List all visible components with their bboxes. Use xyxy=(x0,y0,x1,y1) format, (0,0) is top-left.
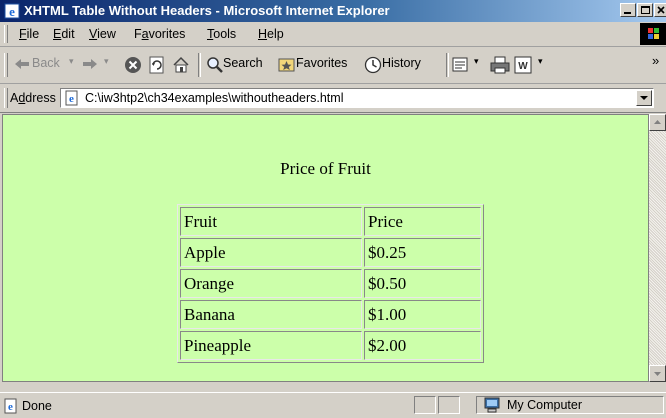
favorites-label: Favorites xyxy=(296,56,348,70)
forward-dropdown-icon[interactable]: ▾ xyxy=(104,56,109,67)
status-panel xyxy=(414,396,436,414)
mail-button[interactable]: ▾ xyxy=(452,54,484,76)
svg-text:e: e xyxy=(8,401,13,413)
back-button[interactable]: Back ▾ xyxy=(14,54,78,76)
menu-view[interactable]: View xyxy=(89,27,116,41)
table-cell: Banana xyxy=(180,300,362,329)
mail-dropdown-icon[interactable]: ▾ xyxy=(474,56,479,67)
search-label: Search xyxy=(223,56,263,70)
refresh-icon[interactable] xyxy=(148,56,166,74)
edit-icon: W xyxy=(514,56,532,74)
home-icon[interactable] xyxy=(172,56,190,74)
page-content: Price of Fruit Fruit Price Apple $0.25 Ora… xyxy=(2,114,649,382)
toolbar-separator xyxy=(446,53,449,77)
toolbar-grip[interactable] xyxy=(4,53,8,77)
table-caption: Price of Fruit xyxy=(280,159,371,178)
toolbar-separator xyxy=(198,53,201,77)
table-cell: $1.00 xyxy=(364,300,481,329)
chevron-down-icon xyxy=(640,96,648,100)
table-cell: $2.00 xyxy=(364,331,481,360)
menu-file[interactable]: File xyxy=(19,27,39,41)
page-icon: e xyxy=(65,90,78,106)
ie-logo-icon: e xyxy=(4,3,20,19)
favorites-icon xyxy=(278,58,295,72)
windows-logo-icon xyxy=(640,23,666,45)
scroll-up-button[interactable] xyxy=(649,114,666,131)
status-text: Done xyxy=(22,399,52,413)
scroll-down-button[interactable] xyxy=(649,365,666,382)
table-cell: Orange xyxy=(180,269,362,298)
table-cell: $0.50 xyxy=(364,269,481,298)
status-zone-text: My Computer xyxy=(507,398,583,412)
history-label: History xyxy=(382,56,421,70)
back-label: Back xyxy=(32,56,60,70)
address-url: C:\iw3htp2\ch34examples\withoutheaders.h… xyxy=(85,91,344,105)
menu-edit[interactable]: Edit xyxy=(53,27,75,41)
fruit-table: Fruit Price Apple $0.25 Orange $0.50 Banana… xyxy=(177,204,484,363)
close-icon xyxy=(657,6,665,14)
menu-bar: File Edit View Favorites Tools Help xyxy=(0,22,666,47)
address-bar: Address e C:\iw3htp2\ch34examples\withou… xyxy=(0,84,666,113)
svg-text:e: e xyxy=(9,4,15,19)
vertical-scrollbar[interactable] xyxy=(649,114,666,382)
table-cell: Fruit xyxy=(180,207,362,236)
minimize-button[interactable] xyxy=(620,3,636,17)
window-title: XHTML Table Without Headers - Microsoft … xyxy=(24,3,390,18)
toolbar-overflow-icon[interactable]: » xyxy=(652,53,659,68)
back-arrow-icon xyxy=(15,59,29,69)
menu-favorites[interactable]: Favorites xyxy=(134,27,185,41)
forward-button[interactable]: ▾ xyxy=(82,54,120,76)
chevron-up-icon xyxy=(654,120,661,124)
edit-button[interactable]: W ▾ xyxy=(514,54,548,76)
address-label: Address xyxy=(10,91,56,105)
forward-arrow-icon xyxy=(83,59,97,69)
menu-help[interactable]: Help xyxy=(258,27,284,41)
page-status-icon: e xyxy=(4,398,17,414)
my-computer-icon xyxy=(484,397,500,413)
status-zone-panel: My Computer xyxy=(476,396,664,414)
table-row: Orange $0.50 xyxy=(180,269,481,298)
chevron-down-icon xyxy=(654,372,661,376)
toolbar: Back ▾ ▾ Search Favorites History ▾ W ▾ … xyxy=(0,47,666,84)
table-row: Pineapple $2.00 xyxy=(180,331,481,360)
edit-dropdown-icon[interactable]: ▾ xyxy=(538,56,543,67)
table-cell: Pineapple xyxy=(180,331,362,360)
table-row: Banana $1.00 xyxy=(180,300,481,329)
svg-text:e: e xyxy=(69,93,74,105)
maximize-button[interactable] xyxy=(637,3,653,17)
table-row: Fruit Price xyxy=(180,207,481,236)
title-bar[interactable]: e XHTML Table Without Headers - Microsof… xyxy=(0,0,666,22)
close-button[interactable] xyxy=(654,3,666,17)
svg-text:W: W xyxy=(518,61,528,72)
mail-icon xyxy=(452,57,468,72)
status-bar: e Done My Computer xyxy=(0,392,666,418)
print-icon[interactable] xyxy=(490,56,510,74)
history-button[interactable]: History xyxy=(364,54,436,76)
search-icon xyxy=(207,57,223,73)
stop-icon[interactable] xyxy=(124,56,142,74)
menu-grip[interactable] xyxy=(4,25,8,43)
favorites-button[interactable]: Favorites xyxy=(278,54,358,76)
address-grip[interactable] xyxy=(4,88,8,108)
menu-tools[interactable]: Tools xyxy=(207,27,236,41)
table-cell: Apple xyxy=(180,238,362,267)
table-cell: $0.25 xyxy=(364,238,481,267)
back-dropdown-icon[interactable]: ▾ xyxy=(69,56,74,67)
search-button[interactable]: Search xyxy=(206,54,270,76)
table-cell: Price xyxy=(364,207,481,236)
address-dropdown-button[interactable] xyxy=(636,90,652,106)
address-field[interactable]: e C:\iw3htp2\ch34examples\withoutheaders… xyxy=(60,88,654,108)
history-icon xyxy=(364,56,382,74)
table-row: Apple $0.25 xyxy=(180,238,481,267)
status-panel xyxy=(438,396,460,414)
